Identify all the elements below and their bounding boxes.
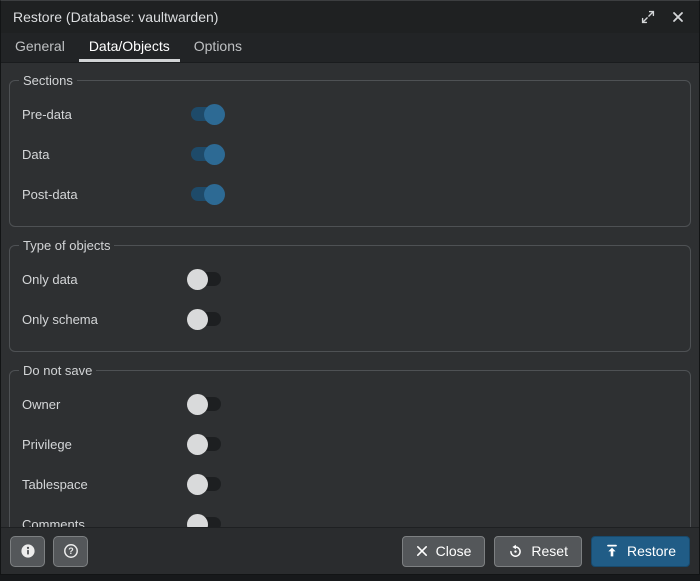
post-data-toggle[interactable]	[191, 187, 221, 201]
data-label: Data	[22, 147, 49, 162]
only-data-label: Only data	[22, 272, 78, 287]
help-button[interactable]: ?	[53, 536, 88, 567]
pre-data-toggle[interactable]	[191, 107, 221, 121]
tab-options-label: Options	[194, 38, 242, 54]
tab-general[interactable]: General	[5, 33, 75, 62]
row-owner: Owner	[18, 384, 678, 424]
tab-data-objects-label: Data/Objects	[89, 38, 170, 54]
tablespace-label: Tablespace	[22, 477, 88, 492]
help-icon: ?	[63, 543, 79, 559]
group-sections-legend: Sections	[19, 73, 77, 88]
toggle-knob	[204, 144, 225, 165]
group-type-of-objects-legend: Type of objects	[19, 238, 114, 253]
privilege-label: Privilege	[22, 437, 72, 452]
comments-toggle[interactable]	[191, 517, 221, 527]
dialog-content: Sections Pre-data Data Post-data Type of…	[1, 63, 699, 527]
toggle-knob	[187, 309, 208, 330]
row-post-data: Post-data	[18, 174, 678, 214]
row-pre-data: Pre-data	[18, 94, 678, 134]
toggle-knob	[187, 474, 208, 495]
tablespace-toggle[interactable]	[191, 477, 221, 491]
data-toggle[interactable]	[191, 147, 221, 161]
maximize-icon[interactable]	[641, 10, 655, 24]
owner-toggle[interactable]	[191, 397, 221, 411]
dialog-titlebar[interactable]: Restore (Database: vaultwarden)	[1, 1, 699, 33]
group-type-of-objects: Type of objects Only data Only schema	[9, 238, 691, 352]
close-button-label: Close	[436, 543, 472, 559]
toggle-knob	[187, 514, 208, 528]
tab-data-objects[interactable]: Data/Objects	[79, 33, 180, 62]
row-only-data: Only data	[18, 259, 678, 299]
rotate-left-icon	[508, 544, 523, 559]
restore-dialog: Restore (Database: vaultwarden) General	[0, 0, 700, 575]
dialog-footer: ? Close	[1, 527, 699, 574]
group-do-not-save-legend: Do not save	[19, 363, 96, 378]
reset-button[interactable]: Reset	[494, 536, 582, 567]
privilege-toggle[interactable]	[191, 437, 221, 451]
svg-text:?: ?	[68, 546, 74, 556]
only-schema-toggle[interactable]	[191, 312, 221, 326]
info-icon	[20, 543, 36, 559]
row-only-schema: Only schema	[18, 299, 678, 339]
info-button[interactable]	[10, 536, 45, 567]
toggle-knob	[187, 434, 208, 455]
row-privilege: Privilege	[18, 424, 678, 464]
dialog-tabbar: General Data/Objects Options	[1, 33, 699, 63]
pre-data-label: Pre-data	[22, 107, 72, 122]
comments-label: Comments	[22, 517, 85, 528]
toggle-knob	[187, 394, 208, 415]
close-button[interactable]: Close	[402, 536, 486, 567]
toggle-knob	[187, 269, 208, 290]
dialog-title: Restore (Database: vaultwarden)	[13, 9, 218, 25]
close-icon[interactable]	[671, 10, 685, 24]
only-data-toggle[interactable]	[191, 272, 221, 286]
tab-general-label: General	[15, 38, 65, 54]
group-do-not-save: Do not save Owner Privilege Tablespace C…	[9, 363, 691, 527]
post-data-label: Post-data	[22, 187, 78, 202]
only-schema-label: Only schema	[22, 312, 98, 327]
toggle-knob	[204, 104, 225, 125]
row-tablespace: Tablespace	[18, 464, 678, 504]
reset-button-label: Reset	[531, 543, 568, 559]
upload-icon	[605, 544, 619, 558]
tab-options[interactable]: Options	[184, 33, 252, 62]
row-data: Data	[18, 134, 678, 174]
toggle-knob	[204, 184, 225, 205]
group-sections: Sections Pre-data Data Post-data	[9, 73, 691, 227]
x-icon	[416, 545, 428, 557]
restore-button-label: Restore	[627, 543, 676, 559]
owner-label: Owner	[22, 397, 60, 412]
restore-button[interactable]: Restore	[591, 536, 690, 567]
row-comments: Comments	[18, 504, 678, 527]
